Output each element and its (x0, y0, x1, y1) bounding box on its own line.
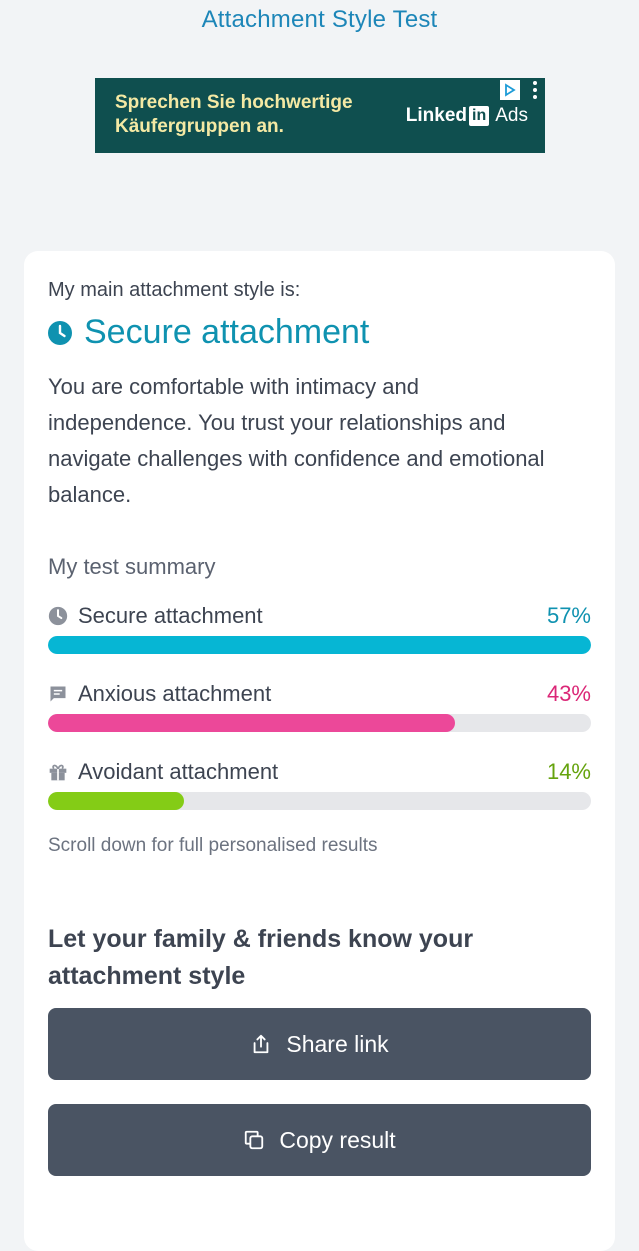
clock-icon (48, 320, 72, 345)
share-icon (250, 1033, 272, 1055)
ad-more-icon[interactable] (531, 80, 539, 100)
share-title: Let your family & friends know your atta… (48, 925, 474, 990)
summary-item-percent: 57% (546, 603, 591, 628)
brand-ads: Ads (495, 105, 528, 126)
summary-label: My test summary (48, 554, 216, 579)
progress-bar (48, 714, 591, 732)
ad-banner[interactable]: Sprechen Sie hochwertige Käufergruppen a… (95, 78, 545, 153)
copy-result-button[interactable]: Copy result (48, 1104, 591, 1176)
chat-icon (48, 684, 68, 704)
result-intro: My main attachment style is: (48, 279, 301, 301)
share-link-button[interactable]: Share link (48, 1008, 591, 1080)
page-title: Attachment Style Test (201, 6, 438, 33)
summary-item-label: Anxious attachment (78, 681, 272, 706)
main-style-name: Secure attachment (84, 313, 370, 351)
gift-icon (48, 762, 68, 782)
summary-row-anxious: Anxious attachment 43% (48, 679, 591, 732)
brand-linked: Linked (405, 105, 468, 126)
share-link-label: Share link (286, 1030, 389, 1057)
summary-row-avoidant: Avoidant attachment 14% (48, 757, 591, 810)
brand-in: in (469, 106, 490, 126)
summary-item-percent: 14% (546, 759, 591, 784)
progress-fill (48, 792, 184, 810)
copy-icon (243, 1129, 265, 1151)
main-style-heading: Secure attachment (48, 313, 369, 352)
result-card: My main attachment style is: Secure atta… (24, 251, 615, 1251)
progress-bar (48, 792, 591, 810)
progress-bar (48, 636, 591, 654)
clock-icon (48, 606, 68, 626)
result-description: You are comfortable with intimacy and in… (48, 374, 545, 507)
ad-headline: Sprechen Sie hochwertige Käufergruppen a… (115, 92, 353, 137)
scroll-note: Scroll down for full personalised result… (48, 835, 378, 856)
summary-item-percent: 43% (546, 681, 591, 706)
summary-item-label: Secure attachment (78, 603, 263, 628)
adchoices-icon[interactable] (500, 80, 520, 100)
linkedin-ads-logo: Linked in Ads (406, 105, 528, 127)
progress-fill (48, 714, 456, 732)
copy-result-label: Copy result (279, 1126, 396, 1153)
progress-fill (48, 636, 591, 654)
summary-row-secure: Secure attachment 57% (48, 601, 591, 654)
summary-item-label: Avoidant attachment (78, 759, 279, 784)
